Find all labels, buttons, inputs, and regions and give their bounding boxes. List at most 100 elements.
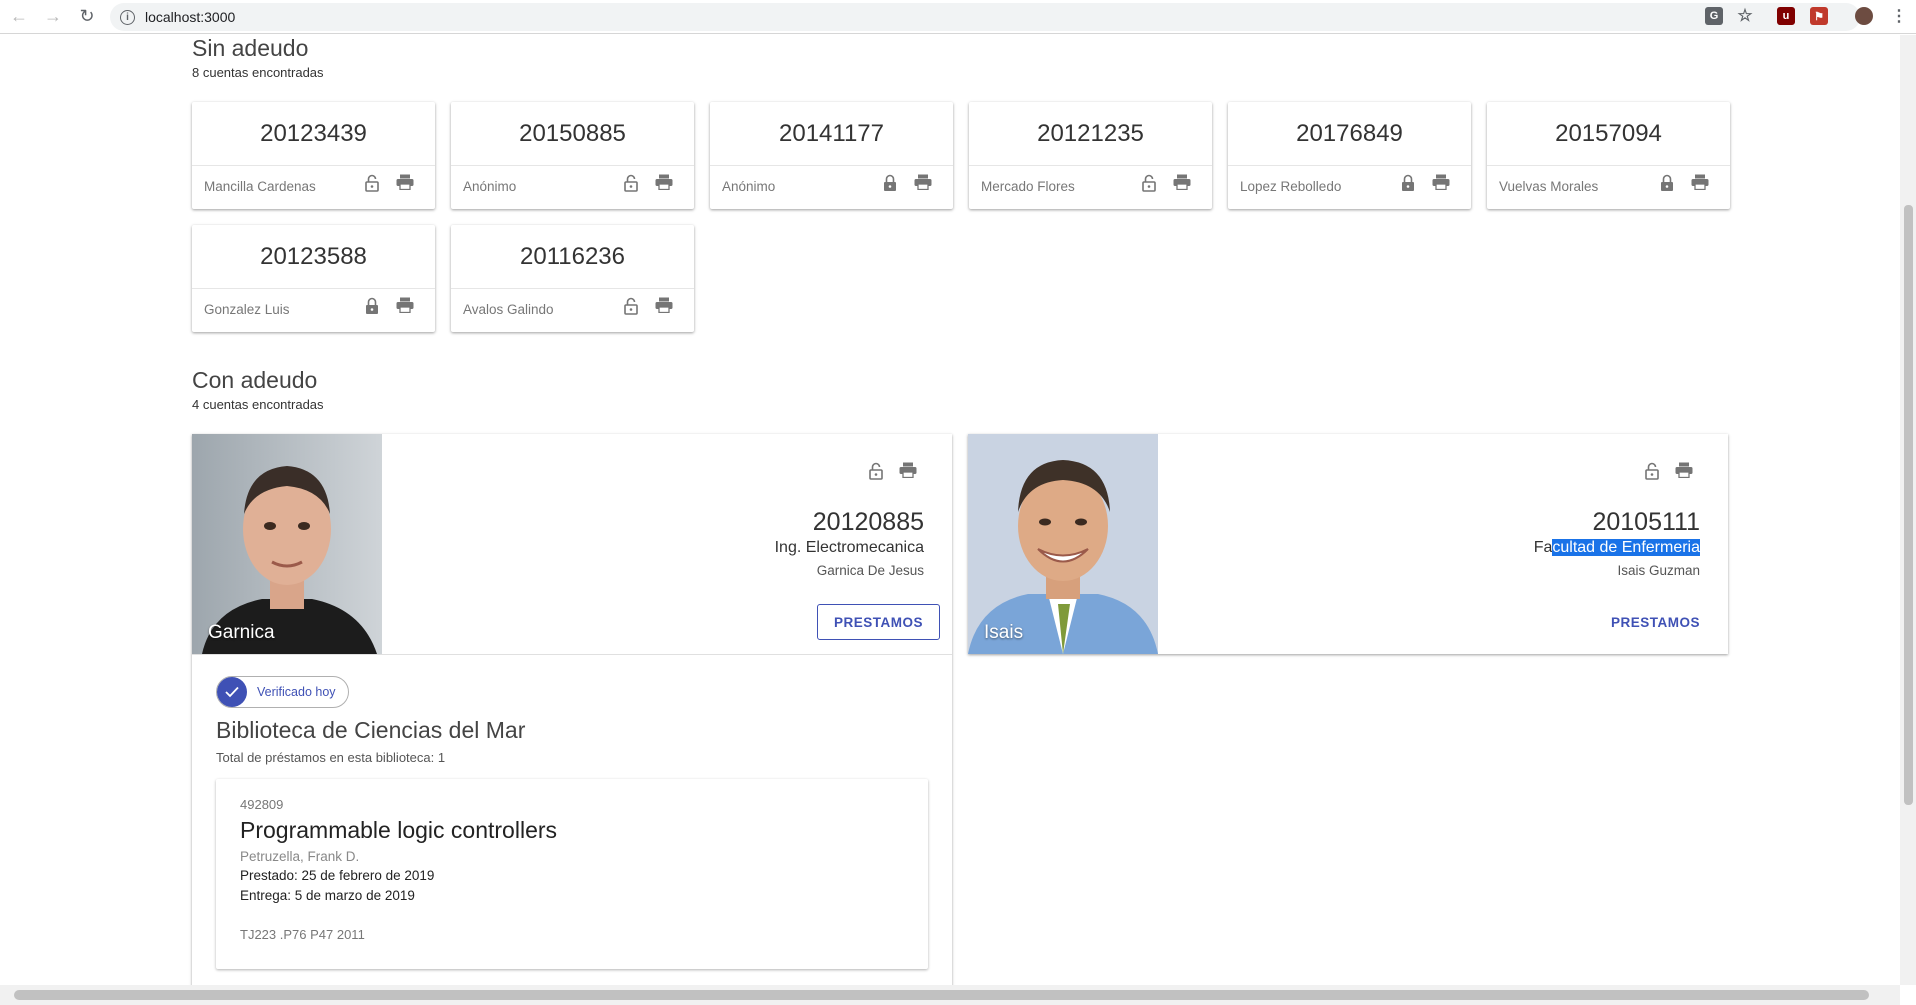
person-name: Garnica De Jesus [816,563,924,578]
extension-icon[interactable]: ⚑ [1810,7,1828,25]
lock-open-icon[interactable] [623,174,639,197]
ublock-icon[interactable]: u [1777,7,1795,25]
url-text: localhost:3000 [145,9,236,25]
account-card[interactable]: 20121235 Mercado Flores [969,102,1212,209]
verified-label: Verificado hoy [257,685,336,699]
account-photo: Garnica [192,434,382,654]
debt-account-card: Isais 20105111 Facultad de Enfermeria Is… [968,434,1728,654]
account-name: Vuelvas Morales [1499,179,1599,194]
print-icon[interactable] [396,297,414,318]
loan-book-card: 492809 Programmable logic controllers Pe… [216,779,928,969]
forward-icon[interactable]: → [38,2,68,32]
account-number: 20120885 [812,508,924,536]
account-name: Lopez Rebolledo [1240,179,1342,194]
book-call-number: TJ223 .P76 P47 2011 [240,927,365,942]
address-bar[interactable]: i localhost:3000 [110,3,1860,31]
lock-icon[interactable] [882,174,898,197]
account-card[interactable]: 20150885 Anónimo [451,102,694,209]
account-name: Mercado Flores [981,179,1075,194]
section-count-sin-adeudo: 8 cuentas encontradas [192,65,324,80]
lock-open-icon[interactable] [1644,462,1660,485]
account-number: 20121235 [1037,120,1144,147]
account-name: Mancilla Cardenas [204,179,316,194]
print-icon[interactable] [1432,174,1450,195]
book-id: 492809 [240,797,284,812]
print-icon[interactable] [655,297,673,318]
lock-open-icon[interactable] [623,297,639,320]
star-icon[interactable]: ☆ [1736,6,1754,25]
check-icon [217,677,247,707]
loans-panel: Verificado hoy Biblioteca de Ciencias de… [192,654,952,985]
profile-avatar[interactable] [1855,7,1873,25]
book-title: Programmable logic controllers [240,817,558,843]
info-icon[interactable]: i [120,9,135,25]
account-card[interactable]: 20123439 Mancilla Cardenas [192,102,435,209]
book-due-date: Entrega: 5 de marzo de 2019 [240,888,415,903]
account-name: Anónimo [722,179,776,194]
print-icon[interactable] [899,462,917,483]
horizontal-scroll-thumb[interactable] [14,990,1869,1000]
section-title-con-adeudo: Con adeudo [192,367,318,393]
account-number: 20116236 [520,243,625,270]
print-icon[interactable] [655,174,673,195]
library-title: Biblioteca de Ciencias del Mar [216,717,526,743]
account-name: Anónimo [463,179,517,194]
faculty-name: Facultad de Enfermeria [1534,539,1700,557]
print-icon[interactable] [1675,462,1693,483]
account-photo: Isais [968,434,1158,654]
card-divider [1487,165,1730,166]
photo-name-label: Isais [984,622,1024,643]
account-card[interactable]: 20116236 Avalos Galindo [451,225,694,332]
translate-icon[interactable]: G [1705,7,1723,25]
faculty-selected-text: cultad de Enfermeria [1552,539,1700,556]
account-number: 20176849 [1296,120,1403,147]
account-number: 20123588 [260,243,367,270]
reload-icon[interactable]: ↻ [72,2,102,32]
prestamos-button[interactable]: PRESTAMOS [816,604,940,640]
book-author: Petruzella, Frank D. [240,849,360,864]
lock-open-icon[interactable] [868,462,884,485]
photo-name-label: Garnica [208,622,275,643]
card-divider [451,288,694,289]
page-content: Sin adeudo 8 cuentas encontradas 2012343… [0,35,1900,985]
vertical-scrollbar[interactable] [1900,35,1916,985]
lock-open-icon[interactable] [1141,174,1157,197]
card-divider [710,165,953,166]
horizontal-scrollbar[interactable] [0,985,1900,1005]
card-divider [192,165,435,166]
lock-icon[interactable] [364,297,380,320]
vertical-scroll-thumb[interactable] [1904,205,1913,805]
browser-toolbar: ← → ↻ i localhost:3000 G ☆ u ⚑ ⋮ [0,0,1916,34]
menu-icon[interactable]: ⋮ [1890,7,1908,25]
lock-open-icon[interactable] [364,174,380,197]
print-icon[interactable] [1173,174,1191,195]
faculty-prefix: Fa [1533,539,1553,556]
lock-icon[interactable] [1400,174,1416,197]
card-divider [1228,165,1471,166]
account-name: Avalos Galindo [463,302,554,317]
account-card[interactable]: 20176849 Lopez Rebolledo [1228,102,1471,209]
section-title-sin-adeudo: Sin adeudo [192,35,309,61]
print-icon[interactable] [1691,174,1709,195]
prestamos-button[interactable]: PRESTAMOS [1594,604,1716,640]
faculty-name: Ing. Electromecanica [774,539,924,556]
section-count-con-adeudo: 4 cuentas encontradas [192,397,324,412]
lock-icon[interactable] [1659,174,1675,197]
account-name: Gonzalez Luis [204,302,290,317]
account-number: 20141177 [779,120,884,147]
print-icon[interactable] [396,174,414,195]
print-icon[interactable] [914,174,932,195]
card-divider [969,165,1212,166]
account-card[interactable]: 20157094 Vuelvas Morales [1487,102,1730,209]
back-icon[interactable]: ← [4,2,34,32]
person-name: Isais Guzman [1617,563,1700,578]
card-divider [192,288,435,289]
debt-account-card: Garnica 20120885 Ing. Electromecanica Ga… [192,434,952,985]
card-divider [451,165,694,166]
account-card[interactable]: 20123588 Gonzalez Luis [192,225,435,332]
verified-chip[interactable]: Verificado hoy [216,676,349,708]
account-card[interactable]: 20141177 Anónimo [710,102,953,209]
library-total: Total de préstamos en esta biblioteca: 1 [216,750,446,765]
account-number: 20105111 [1592,508,1700,536]
book-loan-date: Prestado: 25 de febrero de 2019 [240,868,435,883]
